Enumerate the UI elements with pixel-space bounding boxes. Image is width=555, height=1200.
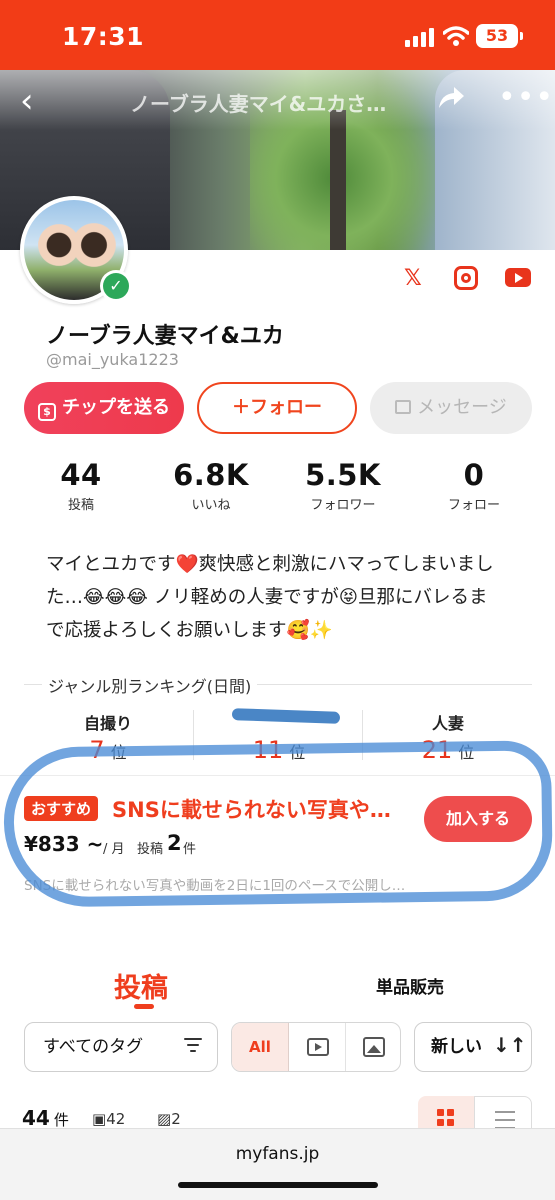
send-tip-label: チップを送る — [62, 397, 170, 418]
filter-icon — [184, 1038, 202, 1054]
x-icon[interactable]: 𝕏 — [404, 266, 422, 291]
message-icon — [395, 400, 412, 414]
tip-icon: $ — [38, 403, 56, 421]
profile-bio: マイとユカです❤️爽快感と刺激にハマってしまいまし た…😂😂😂 ノリ軽めの人妻です… — [46, 554, 494, 641]
browser-url[interactable]: myfans.jp — [0, 1144, 555, 1164]
message-label: メッセージ — [417, 397, 507, 418]
sort-icon: ↓↑ — [493, 1033, 527, 1057]
filter-video-button[interactable] — [289, 1023, 346, 1071]
ranking-title: ジャンル別ランキング(日間) — [42, 673, 258, 697]
wifi-icon — [443, 26, 469, 46]
content-type-filter: All — [231, 1022, 401, 1072]
battery-icon: 53 — [476, 24, 523, 48]
cellular-signal-icon — [405, 28, 434, 47]
active-tab-indicator — [134, 1004, 154, 1009]
verified-badge-icon: ✓ — [100, 270, 132, 302]
stat-posts[interactable]: 44 投稿 — [16, 458, 146, 513]
page-title: ノーブラ人妻マイ&ユカさ… — [130, 92, 387, 116]
back-icon[interactable]: ‹ — [20, 84, 34, 118]
image-icon — [363, 1037, 385, 1057]
more-icon[interactable]: ••• — [498, 80, 554, 115]
youtube-icon[interactable] — [505, 268, 531, 287]
highlight-annotation — [2, 740, 554, 908]
home-indicator[interactable] — [178, 1182, 378, 1188]
share-icon[interactable] — [436, 84, 466, 110]
video-count: ▣42 — [92, 1110, 126, 1128]
tab-single-items[interactable]: 単品販売 — [376, 973, 444, 998]
profile-handle: @mai_yuka1223 — [46, 350, 179, 369]
video-icon — [307, 1038, 329, 1056]
profile-name: ノーブラ人妻マイ&ユカ — [46, 324, 284, 349]
send-tip-button[interactable]: $ チップを送る — [24, 382, 184, 434]
browser-address-bar[interactable] — [0, 1128, 555, 1200]
filter-all-button[interactable]: All — [232, 1023, 289, 1071]
stat-followers[interactable]: 5.5K フォロワー — [278, 458, 408, 513]
image-count: ▨2 — [157, 1110, 181, 1128]
stat-following[interactable]: 0 フォロー — [409, 458, 539, 513]
screen: { "status_bar": {"time": "17:31", "batte… — [0, 0, 555, 1200]
follow-button[interactable]: ＋フォロー — [197, 382, 357, 434]
message-button[interactable]: メッセージ — [370, 382, 532, 434]
post-count: 44 件 — [22, 1106, 69, 1130]
filter-image-button[interactable] — [346, 1023, 400, 1071]
status-time: 17:31 — [62, 22, 145, 51]
tab-posts[interactable]: 投稿 — [114, 966, 168, 1005]
instagram-icon[interactable] — [454, 266, 478, 290]
stat-likes[interactable]: 6.8K いいね — [146, 458, 276, 513]
